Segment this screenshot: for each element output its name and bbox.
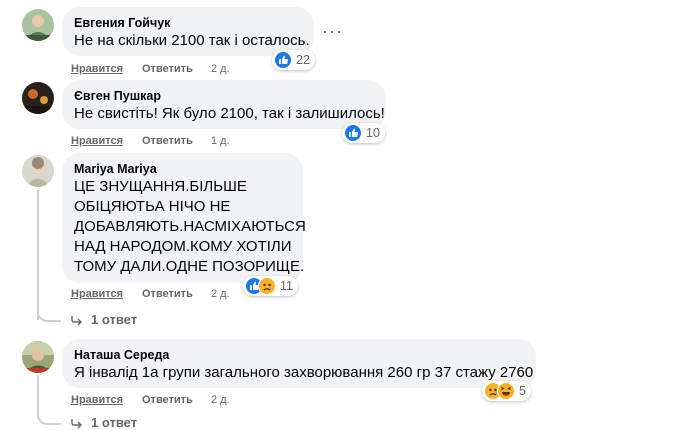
comment-bubble: Євген Пушкар Не свистіть! Як було 2100, … (62, 80, 386, 129)
avatar[interactable] (22, 82, 54, 114)
reaction-count: 22 (296, 53, 310, 67)
view-replies-button[interactable]: 1 ответ (71, 312, 137, 327)
reply-arrow-icon (71, 418, 82, 428)
like-button[interactable]: Нравится (71, 134, 123, 148)
avatar[interactable] (22, 341, 54, 373)
comment-author[interactable]: Mariya Mariya (74, 161, 291, 177)
more-dots-icon[interactable]: ··· (322, 22, 343, 40)
reply-arrow-icon (71, 315, 82, 325)
comment-time[interactable]: 2 д. (211, 393, 230, 407)
comment-author[interactable]: Євген Пушкар (74, 88, 374, 104)
comment-bubble: Евгения Гойчук Не на скільки 2100 так і … (62, 7, 314, 56)
like-button[interactable]: Нравится (71, 62, 123, 76)
comment-author[interactable]: Наташа Середа (74, 347, 524, 363)
avatar[interactable] (22, 9, 54, 41)
comment-text-line: НАД НАРОДОМ.КОМУ ХОТІЛИ (74, 238, 292, 255)
reactions-summary[interactable]: 5 (482, 381, 531, 401)
reply-button[interactable]: Ответить (142, 393, 193, 407)
comment-text-line: ТОМУ ДАЛИ.ОДНЕ ПОЗОРИЩЕ. (74, 258, 305, 275)
laugh-icon (497, 382, 515, 400)
replies-label: 1 ответ (91, 312, 138, 327)
like-icon (274, 51, 292, 69)
comment-bubble: Наташа Середа Я інвалід 1а групи загальн… (62, 339, 536, 388)
comment-text-line: ЦЕ ЗНУЩАННЯ.БІЛЬШЕ (74, 178, 247, 195)
like-button[interactable]: Нравится (71, 287, 123, 301)
comment-text: Не свистіть! Як було 2100, так і залишил… (74, 105, 385, 122)
reply-branch-line (37, 300, 61, 322)
reaction-count: 10 (366, 126, 380, 140)
reactions-summary[interactable]: 11 (243, 276, 298, 296)
comment-text: Я інвалід 1а групи загального захворюван… (74, 364, 534, 381)
comment-time[interactable]: 2 д. (211, 62, 230, 76)
reactions-summary[interactable]: 22 (272, 50, 315, 70)
comment-time[interactable]: 2 д. (211, 287, 230, 301)
like-button[interactable]: Нравится (71, 393, 123, 407)
reply-branch-line (37, 403, 61, 425)
reply-button[interactable]: Ответить (142, 134, 193, 148)
avatar[interactable] (22, 155, 54, 187)
reply-button[interactable]: Ответить (142, 287, 193, 301)
comment-text-line: ДОБАВЛЯЮТЬ.НАСМІХАЮТЬСЯ (74, 218, 306, 235)
comment-author[interactable]: Евгения Гойчук (74, 15, 302, 31)
comment-time[interactable]: 1 д. (211, 134, 230, 148)
reply-button[interactable]: Ответить (142, 62, 193, 76)
reaction-count: 5 (519, 384, 526, 398)
reactions-summary[interactable]: 10 (342, 123, 385, 143)
comment-text-line: ОБІЦЯЮТЬА НІЧО НЕ (74, 198, 231, 215)
sad-icon (258, 277, 276, 295)
comment-bubble: Mariya Mariya ЦЕ ЗНУЩАННЯ.БІЛЬШЕ ОБІЦЯЮТ… (62, 153, 306, 283)
like-icon (344, 124, 362, 142)
reaction-count: 11 (280, 279, 293, 293)
comment-text: Не на скільки 2100 так і осталось. (74, 32, 310, 49)
